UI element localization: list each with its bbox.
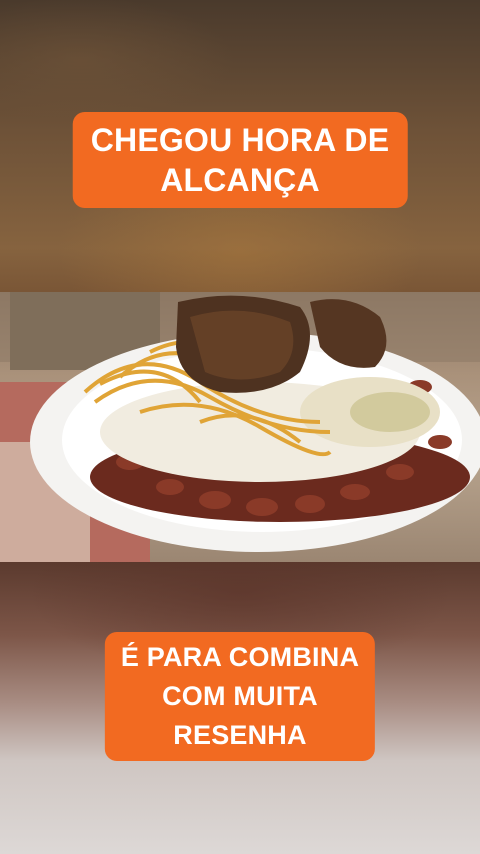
caption-bottom: É PARA COMBINA COM MUITA RESENHA (104, 632, 376, 761)
caption-bottom-line-2: COM MUITA (162, 681, 318, 711)
food-plate-illustration (0, 292, 480, 562)
caption-top-line-2: ALCANÇA (160, 162, 320, 198)
caption-bottom-line-1: É PARA COMBINA (120, 642, 360, 672)
caption-top: CHEGOU HORA DE ALCANÇA (72, 112, 408, 208)
caption-bottom-line-3: RESENHA (173, 720, 307, 750)
food-photo (0, 292, 480, 562)
caption-top-line-1: CHEGOU HORA DE (90, 122, 390, 158)
